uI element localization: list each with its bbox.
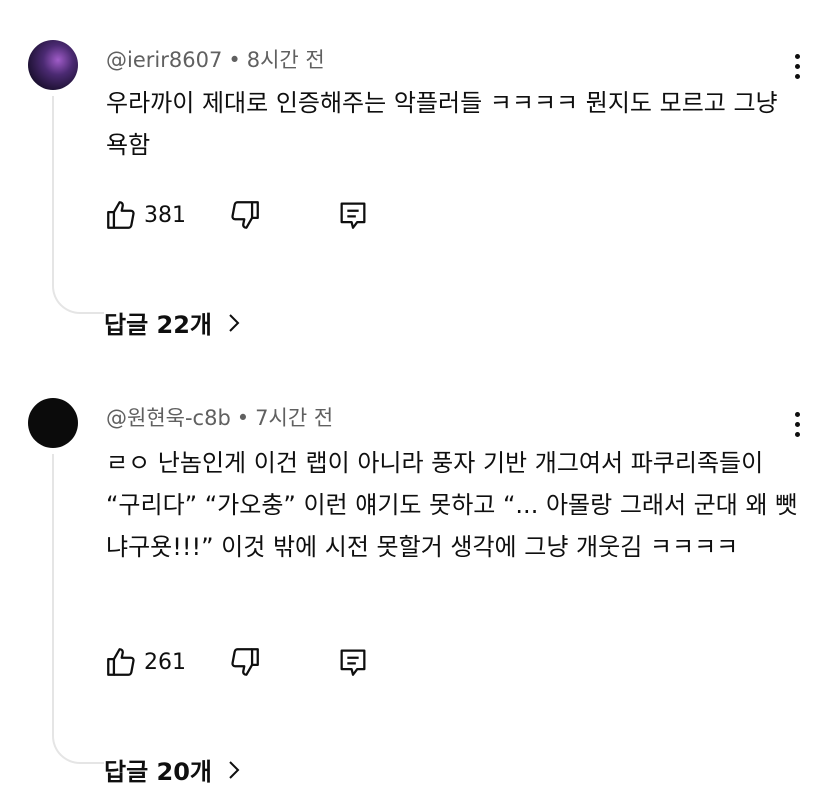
thumbs-up-icon xyxy=(107,648,135,676)
thread-line xyxy=(52,96,104,314)
thumbs-down-icon xyxy=(231,648,259,676)
dislike-button[interactable] xyxy=(228,198,262,232)
avatar[interactable] xyxy=(28,398,78,448)
reply-button[interactable] xyxy=(336,645,370,679)
more-vert-icon[interactable] xyxy=(787,54,807,84)
thread-line xyxy=(52,454,104,764)
reply-icon xyxy=(340,649,366,676)
replies-toggle[interactable]: 답글 20개 xyxy=(104,752,242,787)
replies-count: 답글 20개 xyxy=(104,758,212,786)
like-count: 261 xyxy=(144,649,186,675)
avatar[interactable] xyxy=(28,40,78,90)
comment-text: ㄹㅇ 난놈인게 이건 랩이 아니라 풍자 기반 개그여서 파쿠리족들이 “구리다… xyxy=(106,449,798,561)
thumbs-down-icon xyxy=(231,201,259,229)
comment-meta: @원현욱-c8b • 7시간 전 xyxy=(106,402,333,432)
replies-toggle[interactable]: 답글 22개 xyxy=(104,305,242,340)
author-name[interactable]: @원현욱-c8b xyxy=(106,406,231,430)
replies-count: 답글 22개 xyxy=(104,311,212,339)
timestamp[interactable]: 8시간 전 xyxy=(247,48,325,72)
meta-separator: • xyxy=(228,48,241,72)
dislike-button[interactable] xyxy=(228,645,262,679)
like-button[interactable]: 261 xyxy=(104,645,186,679)
chevron-right-icon xyxy=(229,760,240,779)
like-count: 381 xyxy=(144,202,186,228)
author-name[interactable]: @ierir8607 xyxy=(106,48,222,72)
chevron-right-icon xyxy=(229,313,240,332)
reply-icon xyxy=(340,202,366,229)
meta-separator: • xyxy=(236,406,250,430)
comment-text: 우라까이 제대로 인증해주는 악플러들 ㅋㅋㅋㅋ 뭔지도 모르고 그냥 욕함 xyxy=(106,89,778,159)
timestamp[interactable]: 7시간 전 xyxy=(255,406,333,430)
comment-meta: @ierir8607 • 8시간 전 xyxy=(106,44,325,74)
more-vert-icon[interactable] xyxy=(787,412,807,442)
like-button[interactable]: 381 xyxy=(104,198,186,232)
reply-button[interactable] xyxy=(336,198,370,232)
thumbs-up-icon xyxy=(107,201,135,229)
